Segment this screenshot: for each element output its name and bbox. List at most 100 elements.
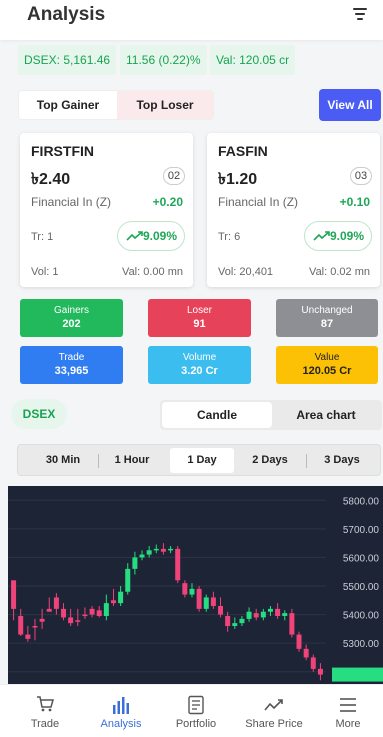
stock-volume: Vol: 1 xyxy=(31,266,59,278)
candle-down xyxy=(61,608,67,618)
menu-icon xyxy=(340,698,356,712)
filter-icon[interactable] xyxy=(353,8,367,20)
candle-up xyxy=(232,623,238,626)
candlestick-chart[interactable]: 5800.00 5700.00 5600.00 5500.00 5400.00 5300.… xyxy=(8,486,383,686)
candle-down xyxy=(53,597,59,609)
candle-down xyxy=(225,616,231,626)
cart-icon xyxy=(37,696,54,712)
dsex-index-selector[interactable]: DSEX xyxy=(11,399,67,429)
stock-name: FIRSTFIN xyxy=(31,143,94,159)
stock-price: ৳2.40 xyxy=(31,171,71,188)
percent-change-pill: 9.09% xyxy=(304,221,372,251)
stock-name: FASFIN xyxy=(218,143,268,159)
gainers-stat[interactable]: Gainers 202 xyxy=(20,299,123,337)
candle-down xyxy=(18,616,24,635)
timeframe-selector: 30 Min 1 Hour 1 Day 2 Days 3 Days xyxy=(17,444,381,476)
trade-stat[interactable]: Trade 33,965 xyxy=(20,346,123,384)
nav-trade[interactable]: Trade xyxy=(7,685,83,737)
candle-up xyxy=(246,611,252,619)
index-change-chip: 11.56 (0.22)% xyxy=(120,45,207,75)
unchanged-stat[interactable]: Unchanged 87 xyxy=(276,299,378,337)
candle-down xyxy=(32,626,38,628)
y-tick-label: 5600.00 xyxy=(343,553,380,564)
gainers-label: Gainers xyxy=(53,305,89,316)
nav-share-price[interactable]: Share Price xyxy=(236,685,312,737)
candle-down xyxy=(46,608,52,612)
y-tick-label: 5800.00 xyxy=(343,496,380,507)
candle-down xyxy=(96,610,102,616)
candle-up xyxy=(168,548,174,551)
loser-stat[interactable]: Loser 91 xyxy=(148,299,251,337)
candle-up xyxy=(146,550,152,555)
candle-down xyxy=(75,620,81,622)
tab-top-loser[interactable]: Top Loser xyxy=(117,91,213,119)
price-change: +0.10 xyxy=(339,195,370,209)
market-value-chip: Val: 120.05 cr xyxy=(210,45,296,75)
candle-up xyxy=(267,608,273,612)
nav-share-price-label: Share Price xyxy=(245,718,303,730)
app-header: Analysis xyxy=(0,0,383,40)
view-all-button[interactable]: View All xyxy=(319,89,381,121)
chart-type-toggle: Candle Area chart xyxy=(160,400,382,430)
rank-badge: 03 xyxy=(350,167,372,185)
trade-count: Tr: 6 xyxy=(218,231,241,243)
dsex-index-chip: DSEX: 5,161.46 xyxy=(18,45,117,75)
stock-card-firstfin[interactable]: FIRSTFIN ৳2.40 02 Financial In (Z) +0.20… xyxy=(20,133,193,287)
nav-more[interactable]: More xyxy=(314,685,382,737)
timeframe-3days[interactable]: 3 Days xyxy=(312,448,372,473)
area-chart-button[interactable]: Area chart xyxy=(272,402,380,428)
value-value: 120.05 Cr xyxy=(302,365,352,377)
candle-up xyxy=(282,613,288,616)
candle-up xyxy=(260,611,266,618)
timeframe-2days[interactable]: 2 Days xyxy=(240,448,300,473)
candle-down xyxy=(210,597,216,606)
rank-badge: 02 xyxy=(163,167,185,185)
candle-down xyxy=(289,613,295,635)
gainer-loser-tabs: Top Gainer Top Loser xyxy=(18,90,214,120)
timeframe-30min[interactable]: 30 Min xyxy=(34,448,92,473)
gainers-value: 202 xyxy=(62,318,81,330)
percent-change-value: 9.09% xyxy=(142,229,177,243)
nav-trade-label: Trade xyxy=(30,718,60,730)
candle-down xyxy=(310,657,316,669)
trending-up-icon xyxy=(126,231,143,241)
nav-portfolio[interactable]: Portfolio xyxy=(158,685,234,737)
unchanged-value: 87 xyxy=(320,318,334,330)
volume-stat[interactable]: Volume 3.20 Cr xyxy=(148,346,251,384)
candle-down xyxy=(160,548,166,552)
page-title: Analysis xyxy=(27,4,106,25)
candle-down xyxy=(89,608,95,615)
stock-card-fasfin[interactable]: FASFIN ৳1.20 03 Financial In (Z) +0.10 T… xyxy=(207,133,380,287)
nav-portfolio-label: Portfolio xyxy=(175,718,217,730)
value-label: Value xyxy=(314,352,340,363)
bar-chart-icon xyxy=(113,697,129,714)
stock-volume: Vol: 20,401 xyxy=(218,266,274,278)
timeframe-1day[interactable]: 1 Day xyxy=(170,448,234,473)
document-icon xyxy=(188,695,204,715)
nav-analysis[interactable]: Analysis xyxy=(83,685,159,737)
stock-sector: Financial In (Z) xyxy=(218,195,299,209)
tab-top-gainer[interactable]: Top Gainer xyxy=(19,91,117,119)
candle-up xyxy=(189,588,195,595)
candle-chart-button[interactable]: Candle xyxy=(162,402,272,428)
candle-down xyxy=(275,608,281,616)
candle-up xyxy=(118,591,124,604)
candle-up xyxy=(203,597,209,609)
candle-down xyxy=(110,600,116,604)
timeframe-1hour[interactable]: 1 Hour xyxy=(104,448,160,473)
candle-up xyxy=(153,548,159,551)
price-change: +0.20 xyxy=(152,195,183,209)
trade-count: Tr: 1 xyxy=(31,231,54,243)
candle-up xyxy=(103,603,109,616)
market-ticker: DSEX: 5,161.46 11.56 (0.22)% Val: 120.05… xyxy=(0,45,383,77)
candle-down xyxy=(296,634,302,649)
loser-label: Loser xyxy=(186,305,212,316)
candle-up xyxy=(239,618,245,624)
candle-down xyxy=(68,617,74,624)
trend-line-icon xyxy=(264,699,283,711)
percent-change-pill: 9.09% xyxy=(117,221,185,251)
candle-up xyxy=(139,554,145,558)
value-stat[interactable]: Value 120.05 Cr xyxy=(276,346,378,384)
candle-down xyxy=(317,668,323,675)
nav-more-label: More xyxy=(335,718,361,730)
